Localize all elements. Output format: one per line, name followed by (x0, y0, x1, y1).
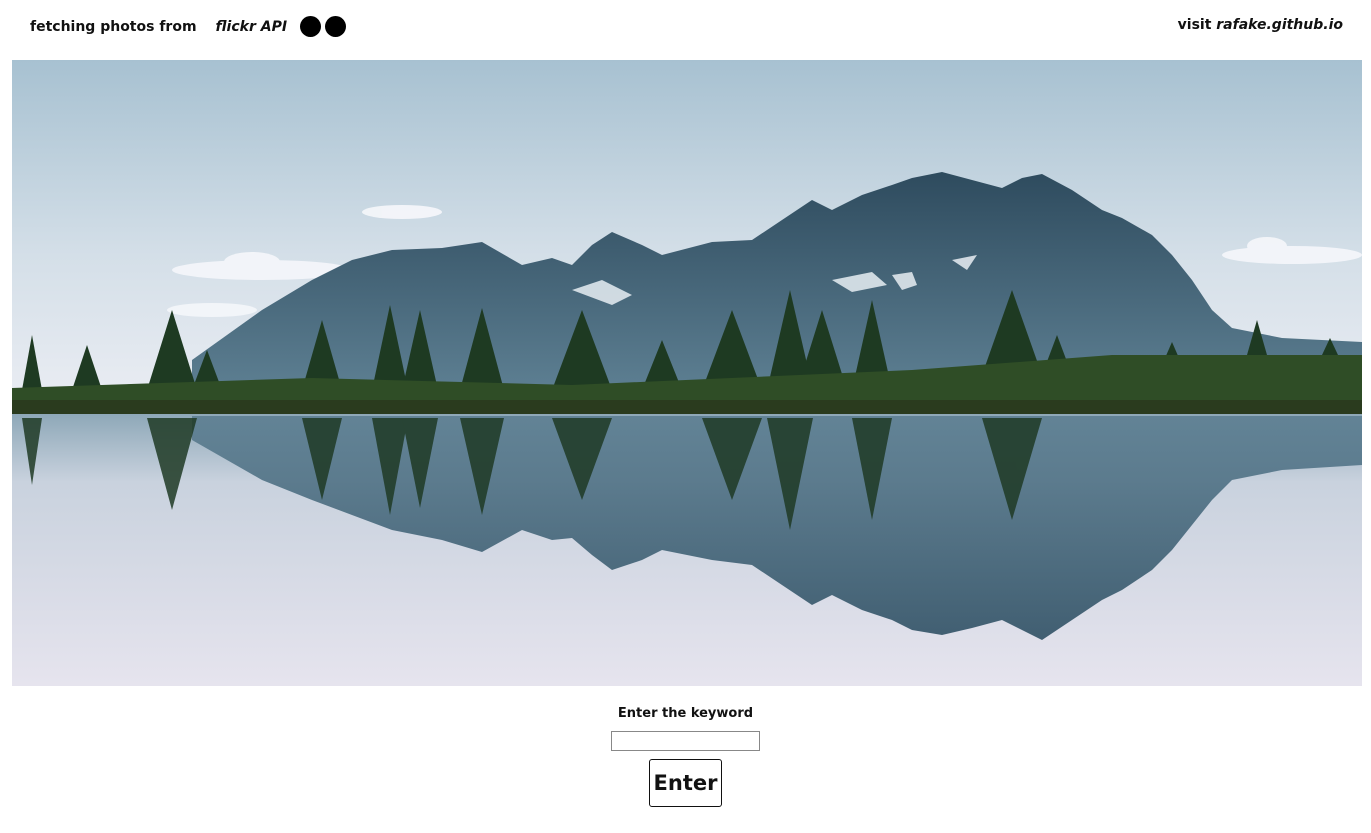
visit-link[interactable]: rafake.github.io (1216, 17, 1343, 33)
keyword-label: Enter the keyword (617, 706, 754, 721)
keyword-input[interactable] (611, 731, 760, 751)
flickr-logo-icon (300, 16, 350, 37)
landscape-photo (12, 60, 1362, 686)
api-name: flickr API (215, 18, 288, 35)
dot-icon (300, 16, 322, 37)
visit-prefix: visit (1177, 17, 1212, 33)
brand: fetching photos from flickr API (30, 16, 350, 37)
enter-button[interactable]: Enter (649, 759, 722, 807)
visit-text: visit rafake.github.io (1178, 17, 1343, 33)
brand-lead-text: fetching photos from (30, 18, 197, 35)
search-form: Enter the keyword Enter (0, 706, 1371, 807)
hero-image (12, 60, 1362, 686)
dot-icon (325, 16, 347, 37)
header: fetching photos from flickr API visit ra… (0, 0, 1371, 52)
